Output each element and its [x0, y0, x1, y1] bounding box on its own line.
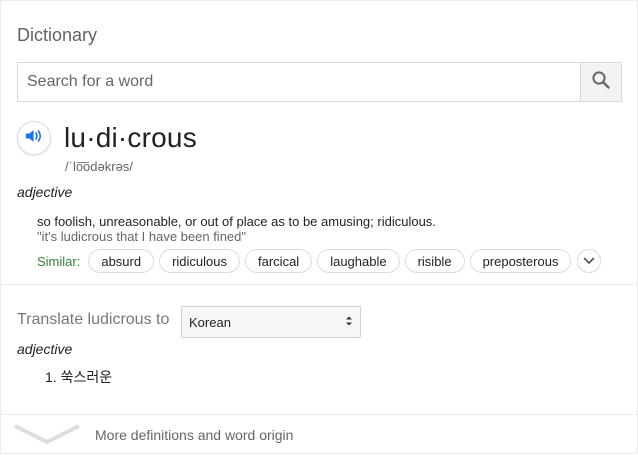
- headword: lu·di·crous: [64, 122, 197, 153]
- phonetic: /ˈlo͞odəkrəs/: [65, 159, 133, 174]
- card-title: Dictionary: [17, 25, 98, 45]
- similar-chip[interactable]: ridiculous: [159, 249, 241, 273]
- wide-chevron-icon: [13, 423, 81, 450]
- search-box: [17, 62, 622, 102]
- search-button[interactable]: [580, 63, 621, 101]
- similar-chip[interactable]: preposterous: [469, 249, 572, 273]
- more-definitions-button[interactable]: More definitions and word origin: [1, 415, 638, 455]
- select-arrows-icon: [345, 315, 353, 330]
- language-select[interactable]: Korean: [181, 306, 361, 338]
- chevron-down-icon: [583, 252, 595, 270]
- translation-item: 1. 쑥스러운: [45, 369, 113, 385]
- expand-similar-button[interactable]: [577, 249, 602, 273]
- part-of-speech: adjective: [17, 184, 73, 200]
- pronounce-button[interactable]: [17, 121, 51, 155]
- similar-chip[interactable]: risible: [404, 249, 465, 273]
- similar-chip[interactable]: farcical: [245, 249, 313, 273]
- speaker-icon: [25, 128, 43, 149]
- definition: so foolish, unreasonable, or out of plac…: [37, 214, 436, 229]
- divider: [1, 284, 638, 285]
- similar-words: Similar: absurd ridiculous farcical laug…: [37, 249, 602, 273]
- example-sentence: "it's ludicrous that I have been fined": [37, 229, 247, 244]
- translation-part-of-speech: adjective: [17, 341, 73, 357]
- translate-label: Translate ludicrous to: [17, 311, 170, 328]
- similar-label: Similar:: [37, 253, 81, 269]
- similar-chip[interactable]: absurd: [88, 249, 155, 273]
- search-icon: [591, 70, 611, 95]
- selected-language: Korean: [189, 314, 231, 330]
- dictionary-card: Dictionary lu·di·crous /ˈlo͞odəkrəs/ adj…: [0, 0, 638, 454]
- more-definitions-label: More definitions and word origin: [95, 427, 294, 443]
- search-input[interactable]: [18, 63, 580, 101]
- similar-chip[interactable]: laughable: [317, 249, 400, 273]
